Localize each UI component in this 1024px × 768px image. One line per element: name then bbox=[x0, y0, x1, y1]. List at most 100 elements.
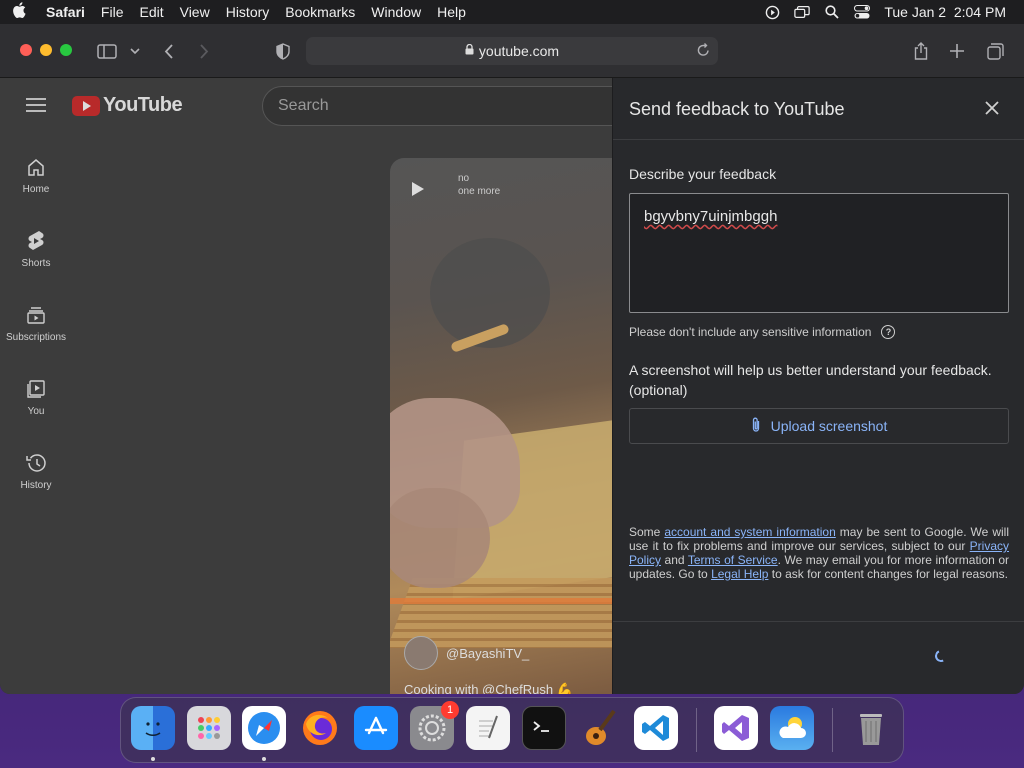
legal-text: to ask for content changes for legal rea… bbox=[768, 567, 1008, 581]
shorts-video-player[interactable]: no one more @BayashiTV_ Cooking with @Ch… bbox=[390, 158, 612, 694]
nav-item-shorts[interactable]: Shorts bbox=[0, 230, 72, 269]
menu-file[interactable]: File bbox=[93, 4, 132, 20]
sensitive-info-note: Please don't include any sensitive infor… bbox=[629, 325, 896, 339]
menubar-clock[interactable]: Tue Jan 2 2:04 PM bbox=[884, 4, 1006, 20]
legal-notice: Some account and system information may … bbox=[629, 525, 1009, 581]
control-center-icon[interactable] bbox=[854, 4, 871, 20]
running-indicator bbox=[151, 757, 155, 761]
feedback-text-value: bgyvbny7uinjmbggh bbox=[644, 208, 778, 225]
garageband-icon[interactable] bbox=[578, 706, 622, 750]
vscode-icon[interactable] bbox=[634, 706, 678, 750]
shorts-icon bbox=[25, 230, 47, 252]
loading-spinner-icon bbox=[933, 648, 949, 664]
you-icon bbox=[25, 378, 47, 400]
zoom-window-button[interactable] bbox=[60, 44, 72, 56]
youtube-page: YouTube Search Home Shorts Subscriptions bbox=[0, 78, 612, 694]
play-icon[interactable] bbox=[412, 182, 424, 196]
textedit-icon[interactable] bbox=[466, 706, 510, 750]
nav-item-history[interactable]: History bbox=[0, 452, 72, 491]
video-caption: Cooking with @ChefRush 💪 bbox=[404, 682, 573, 694]
channel-name: @BayashiTV_ bbox=[446, 645, 530, 661]
app-store-icon[interactable] bbox=[354, 706, 398, 750]
terminal-icon[interactable] bbox=[522, 706, 566, 750]
upload-screenshot-button[interactable]: Upload screenshot bbox=[629, 408, 1009, 444]
footer-divider bbox=[613, 621, 1024, 622]
menu-help[interactable]: Help bbox=[429, 4, 474, 20]
lock-icon bbox=[465, 43, 474, 58]
notification-badge: 1 bbox=[441, 701, 459, 719]
menu-view[interactable]: View bbox=[172, 4, 218, 20]
sidebar-toggle-icon[interactable] bbox=[96, 40, 118, 62]
legal-help-link[interactable]: Legal Help bbox=[711, 567, 768, 581]
menu-edit[interactable]: Edit bbox=[131, 4, 171, 20]
video-meta-line: no bbox=[458, 173, 470, 184]
trash-icon[interactable] bbox=[849, 706, 893, 750]
paperclip-icon bbox=[751, 417, 761, 436]
feedback-panel: Send feedback to YouTube Describe your f… bbox=[612, 78, 1024, 694]
system-settings-icon[interactable]: 1 bbox=[410, 701, 459, 750]
firefox-icon[interactable] bbox=[298, 706, 342, 750]
feedback-textarea[interactable]: bgyvbny7uinjmbggh bbox=[629, 193, 1009, 313]
youtube-logo[interactable]: YouTube bbox=[72, 94, 183, 117]
nav-item-subscriptions[interactable]: Subscriptions bbox=[0, 304, 72, 343]
apple-menu-icon[interactable] bbox=[0, 2, 38, 22]
play-status-icon[interactable] bbox=[764, 4, 780, 20]
menu-bookmarks[interactable]: Bookmarks bbox=[277, 4, 363, 20]
video-frame-shape bbox=[390, 488, 490, 588]
menu-history[interactable]: History bbox=[218, 4, 278, 20]
home-icon bbox=[25, 156, 47, 178]
privacy-shield-icon[interactable] bbox=[272, 40, 294, 62]
close-icon[interactable] bbox=[983, 99, 1001, 117]
back-arrow-icon[interactable] bbox=[158, 40, 180, 62]
describe-feedback-label: Describe your feedback bbox=[629, 166, 777, 182]
url-text: youtube.com bbox=[478, 43, 560, 59]
spotlight-search-icon[interactable] bbox=[824, 4, 840, 20]
account-info-link[interactable]: account and system information bbox=[664, 525, 835, 539]
screenshot-label: A screenshot will help us better underst… bbox=[629, 362, 992, 398]
safari-toolbar: youtube.com bbox=[0, 24, 1024, 78]
dock: 1 bbox=[120, 697, 904, 763]
youtube-play-logo-icon bbox=[72, 95, 100, 116]
feedback-header: Send feedback to YouTube bbox=[613, 78, 1024, 140]
sensitive-info-text: Please don't include any sensitive infor… bbox=[629, 325, 872, 339]
history-icon bbox=[25, 452, 47, 474]
safari-window: youtube.com YouTube Search Home Shorts S… bbox=[0, 24, 1024, 694]
menu-window[interactable]: Window bbox=[363, 4, 429, 20]
video-meta: no one more bbox=[458, 172, 500, 198]
subscriptions-icon bbox=[25, 304, 47, 326]
share-icon[interactable] bbox=[910, 40, 932, 62]
legal-text: Some bbox=[629, 525, 665, 539]
hamburger-menu-icon[interactable] bbox=[26, 98, 46, 112]
legal-text: and bbox=[661, 553, 688, 567]
youtube-search-input[interactable]: Search bbox=[262, 86, 612, 126]
safari-icon[interactable] bbox=[242, 706, 286, 750]
weather-icon[interactable] bbox=[770, 706, 814, 750]
nav-item-home[interactable]: Home bbox=[0, 156, 72, 195]
finder-icon[interactable] bbox=[131, 706, 175, 750]
forward-arrow-icon[interactable] bbox=[193, 40, 215, 62]
close-window-button[interactable] bbox=[20, 44, 32, 56]
terms-of-service-link[interactable]: Terms of Service bbox=[688, 553, 778, 567]
menubar: Safari File Edit View History Bookmarks … bbox=[0, 0, 1024, 24]
dock-separator bbox=[696, 708, 697, 752]
minimize-window-button[interactable] bbox=[40, 44, 52, 56]
screen-mirroring-icon[interactable] bbox=[794, 4, 811, 20]
menu-app-safari[interactable]: Safari bbox=[38, 4, 93, 20]
video-meta-line: one more bbox=[458, 186, 501, 197]
nav-item-you[interactable]: You bbox=[0, 378, 72, 417]
reload-icon[interactable] bbox=[697, 43, 710, 60]
channel-avatar[interactable] bbox=[404, 636, 438, 670]
address-bar[interactable]: youtube.com bbox=[306, 37, 718, 65]
dock-separator bbox=[832, 708, 833, 752]
video-frame-shape bbox=[390, 598, 612, 604]
feedback-title: Send feedback to YouTube bbox=[629, 99, 845, 119]
tab-overview-icon[interactable] bbox=[984, 40, 1006, 62]
new-tab-plus-icon[interactable] bbox=[946, 40, 968, 62]
running-indicator bbox=[262, 757, 266, 761]
channel-info[interactable]: @BayashiTV_ bbox=[404, 636, 529, 670]
launchpad-icon[interactable] bbox=[187, 706, 231, 750]
help-circle-icon[interactable]: ? bbox=[881, 325, 896, 339]
upload-screenshot-label: Upload screenshot bbox=[770, 418, 888, 434]
tab-group-chevron-icon[interactable] bbox=[124, 40, 146, 62]
visual-studio-icon[interactable] bbox=[714, 706, 758, 750]
